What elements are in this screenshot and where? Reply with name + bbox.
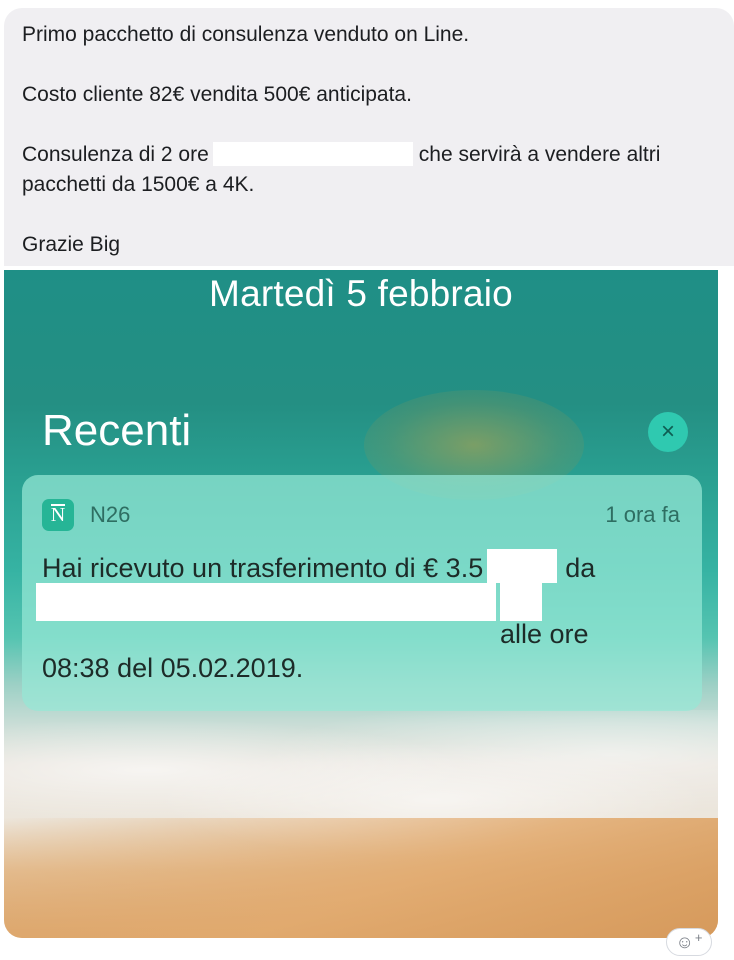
message-line-2: Costo cliente 82€ vendita 500€ anticipat…: [22, 83, 412, 106]
page: Primo pacchetto di consulenza venduto on…: [0, 0, 734, 960]
notification-body-line-1-start: Hai ricevuto un trasferimento di € 3.5: [42, 553, 484, 583]
notification-body-line-3-end: alle ore: [500, 619, 589, 649]
notification-body-line-3: alle ore: [42, 617, 682, 651]
message-line-4: pacchetti da 1500€ a 4K.: [22, 173, 255, 196]
notification-body-line-4: 08:38 del 05.02.2019.: [42, 653, 304, 683]
redacted-amount: [487, 549, 558, 583]
message-line-3-start: Consulenza di 2 ore: [22, 143, 209, 166]
redacted-text: [212, 142, 413, 166]
plus-icon: +: [694, 930, 703, 945]
message-line-5: Grazie Big: [22, 233, 121, 256]
notification-card[interactable]: N N26 1 ora fa Hai ricevuto un trasferim…: [22, 475, 702, 711]
redacted-sender-tail: [500, 583, 542, 621]
notification-body: Hai ricevuto un trasferimento di € 3.5 da…: [36, 549, 682, 685]
notification-body-line-1-end: da: [565, 553, 596, 583]
n26-app-icon: N: [42, 499, 74, 531]
notification-header: N N26 1 ora fa: [42, 499, 680, 533]
notification-body-line-2: [36, 583, 682, 621]
message-line-3-end: che servirà a vendere altri: [418, 143, 661, 166]
lockscreen-date: Martedì 5 febbraio: [209, 273, 513, 314]
close-icon: ×: [660, 418, 675, 445]
notification-app-name: N26: [90, 502, 131, 527]
smiley-icon: ☺: [675, 932, 694, 952]
redacted-sender: [36, 583, 496, 621]
add-reaction-button[interactable]: ☺ +: [666, 928, 712, 956]
recent-notifications-title: Recenti: [42, 406, 192, 455]
clear-notifications-button[interactable]: ×: [648, 412, 688, 452]
notification-body-line-1: Hai ricevuto un trasferimento di € 3.5 da: [42, 549, 682, 583]
redacted-reference: [42, 625, 492, 649]
sand-decoration: [4, 818, 718, 938]
message-line-3: Consulenza di 2 ore che servirà a vendere…: [22, 140, 720, 170]
message-bubble: Primo pacchetto di consulenza venduto on…: [4, 8, 734, 266]
notification-time: 1 ora fa: [605, 502, 680, 527]
attached-screenshot[interactable]: Martedì 5 febbraio Recenti × N N26 1 ora…: [4, 270, 718, 938]
message-line-1: Primo pacchetto di consulenza venduto on…: [22, 23, 470, 46]
